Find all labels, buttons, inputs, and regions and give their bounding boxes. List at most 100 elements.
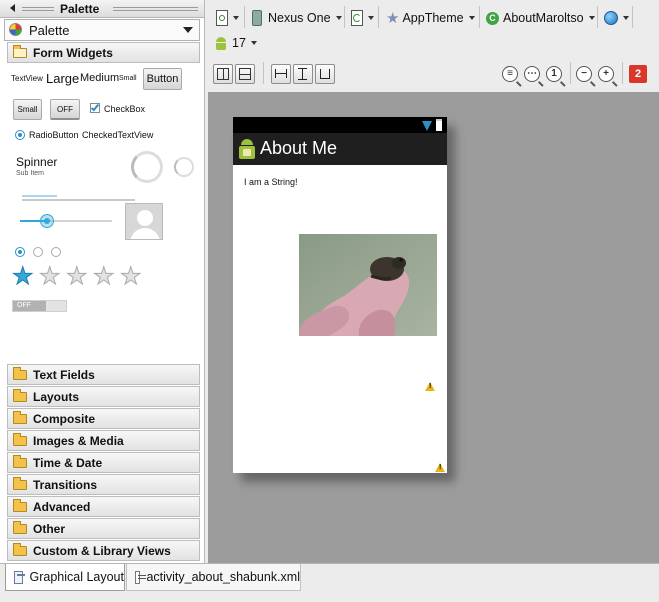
collapse-arrow-icon[interactable] bbox=[10, 4, 15, 12]
zoom-fit-icon[interactable]: ≡ bbox=[502, 66, 518, 82]
category-label: Composite bbox=[33, 412, 96, 426]
folder-icon bbox=[13, 367, 27, 380]
category-images-media[interactable]: Images & Media bbox=[7, 430, 200, 451]
zoom-100-icon[interactable]: 1 bbox=[546, 66, 562, 82]
drag-grip[interactable] bbox=[113, 7, 198, 11]
app-title: About Me bbox=[260, 138, 338, 158]
status-bar bbox=[233, 117, 447, 133]
widget-small-text[interactable]: Small bbox=[119, 75, 137, 82]
category-layouts[interactable]: Layouts bbox=[7, 386, 200, 407]
widget-checkbox-label[interactable]: CheckBox bbox=[104, 104, 145, 114]
api-level-chooser[interactable]: 17 bbox=[214, 31, 257, 55]
folder-icon bbox=[13, 521, 27, 534]
config-chooser-button[interactable] bbox=[216, 6, 239, 30]
zoom-real-size-icon[interactable]: ⋯ bbox=[524, 66, 540, 82]
theme-chooser[interactable]: ★ AppTheme bbox=[386, 6, 475, 30]
rating-star-icon[interactable]: ★ bbox=[39, 264, 61, 289]
palette-dropdown[interactable]: Palette bbox=[4, 19, 200, 41]
folder-icon bbox=[13, 411, 27, 424]
rating-star-icon[interactable]: ★ bbox=[120, 264, 142, 289]
widget-seekbar-thumb[interactable] bbox=[40, 214, 54, 228]
category-time-date[interactable]: Time & Date bbox=[7, 452, 200, 473]
tab-graphical-layout[interactable]: Graphical Layout bbox=[5, 564, 125, 591]
orientation-chooser[interactable] bbox=[351, 6, 374, 30]
widget-radiobutton-label[interactable]: RadioButton bbox=[29, 130, 79, 140]
device-name: Nexus One bbox=[268, 11, 331, 25]
folder-icon bbox=[13, 543, 27, 556]
activity-chooser[interactable]: C AboutMaroltso bbox=[486, 6, 595, 30]
tab-graphical-layout-label: Graphical Layout bbox=[29, 570, 124, 584]
palette-titlebar: Palette bbox=[0, 0, 204, 18]
checkbox-icon[interactable] bbox=[90, 102, 100, 113]
zoom-out-icon[interactable]: − bbox=[576, 66, 592, 82]
chevron-down-icon[interactable] bbox=[183, 27, 193, 33]
app-launcher-icon bbox=[239, 139, 255, 159]
layout-rows-icon[interactable] bbox=[235, 64, 255, 84]
locale-chooser[interactable] bbox=[604, 6, 629, 30]
category-advanced[interactable]: Advanced bbox=[7, 496, 200, 517]
palette-title: Palette bbox=[60, 2, 100, 16]
widget-large-text[interactable]: Large bbox=[46, 71, 79, 86]
category-label: Other bbox=[33, 522, 66, 536]
category-label: Transitions bbox=[33, 478, 98, 492]
phone-icon bbox=[252, 10, 262, 26]
activity-name: AboutMaroltso bbox=[503, 11, 584, 25]
category-label: Layouts bbox=[33, 390, 80, 404]
layout-toolbar: Nexus One ★ AppTheme C AboutMaroltso 17 bbox=[208, 0, 659, 92]
theme-name: AppTheme bbox=[402, 11, 464, 25]
category-other[interactable]: Other bbox=[7, 518, 200, 539]
zoom-in-icon[interactable]: + bbox=[598, 66, 614, 82]
api-level: 17 bbox=[232, 36, 246, 50]
category-composite[interactable]: Composite bbox=[7, 408, 200, 429]
folder-icon bbox=[13, 433, 27, 446]
xml-file-icon bbox=[135, 570, 146, 584]
widget-radiobutton-icon[interactable] bbox=[15, 130, 25, 140]
textview-string[interactable]: I am a String! bbox=[244, 177, 298, 187]
error-count-badge[interactable]: 2 bbox=[629, 65, 647, 83]
widget-medium-text[interactable]: Medium bbox=[80, 72, 119, 84]
rating-star-icon[interactable]: ★ bbox=[12, 264, 34, 289]
folder-open-icon bbox=[13, 45, 27, 58]
category-form-widgets[interactable]: Form Widgets bbox=[7, 42, 200, 63]
rating-star-icon[interactable]: ★ bbox=[93, 264, 115, 289]
distribute-icon[interactable] bbox=[315, 64, 335, 84]
tab-xml-source[interactable]: activity_about_shabunk.xml bbox=[126, 564, 301, 591]
category-label: Form Widgets bbox=[33, 46, 113, 60]
warning-icon[interactable]: ! bbox=[425, 382, 435, 391]
device-chooser[interactable]: Nexus One bbox=[252, 6, 342, 30]
category-custom-library-views[interactable]: Custom & Library Views bbox=[7, 540, 200, 561]
widget-toggle-button[interactable]: OFF bbox=[50, 99, 80, 120]
widget-spinner-subitem: Sub Item bbox=[16, 170, 45, 177]
device-screen-preview[interactable]: About Me I am a String! ! ! bbox=[233, 117, 447, 473]
widget-imageview-avatar[interactable] bbox=[125, 203, 163, 240]
widget-radiogroup-1[interactable] bbox=[15, 247, 25, 257]
widget-small-button[interactable]: Small bbox=[13, 99, 42, 120]
folder-icon bbox=[13, 499, 27, 512]
widget-switch[interactable]: OFF bbox=[12, 300, 67, 312]
palette-icon bbox=[9, 23, 22, 36]
fit-width-icon[interactable] bbox=[271, 64, 291, 84]
layout-canvas[interactable]: About Me I am a String! ! ! bbox=[208, 92, 659, 563]
widget-checkedtextview[interactable]: CheckedTextView bbox=[82, 130, 153, 140]
widget-textview[interactable]: TextView bbox=[11, 74, 43, 83]
rating-star-icon[interactable]: ★ bbox=[66, 264, 88, 289]
folder-icon bbox=[13, 455, 27, 468]
wifi-icon bbox=[422, 121, 432, 131]
widget-radiogroup-2[interactable] bbox=[33, 247, 43, 257]
widget-button[interactable]: Button bbox=[143, 68, 182, 90]
layout-columns-icon[interactable] bbox=[213, 64, 233, 84]
widget-progress-large[interactable] bbox=[131, 151, 163, 183]
drag-grip[interactable] bbox=[22, 7, 54, 11]
folder-icon bbox=[13, 389, 27, 402]
widget-radiogroup-3[interactable] bbox=[51, 247, 61, 257]
fit-height-icon[interactable] bbox=[293, 64, 313, 84]
category-label: Advanced bbox=[33, 500, 91, 514]
category-text-fields[interactable]: Text Fields bbox=[7, 364, 200, 385]
widget-progress-horizontal[interactable] bbox=[22, 199, 135, 201]
warning-icon[interactable]: ! bbox=[435, 463, 445, 472]
widget-progress-small[interactable] bbox=[174, 157, 194, 177]
imageview-photo[interactable] bbox=[299, 234, 437, 336]
palette-panel: Palette Palette Form Widgets TextView La… bbox=[0, 0, 205, 563]
widget-spinner-label[interactable]: Spinner bbox=[16, 155, 57, 169]
category-transitions[interactable]: Transitions bbox=[7, 474, 200, 495]
